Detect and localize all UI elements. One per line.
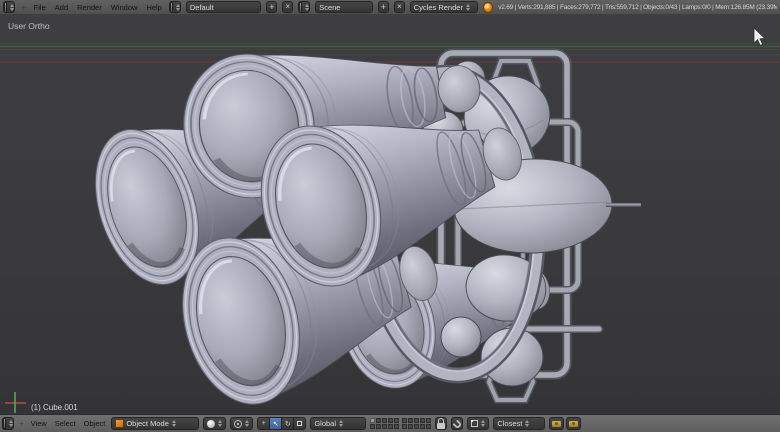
active-object-label: (1) Cube.001 <box>31 403 78 412</box>
scene-field[interactable]: Scene <box>315 1 373 13</box>
viewport-3d-render: User Ortho (1) Cube.001 <box>0 14 780 415</box>
lock-to-scene-button[interactable] <box>435 417 447 430</box>
layer-toggle[interactable] <box>408 424 413 429</box>
chevron-updown-icon <box>10 4 14 11</box>
menu-file[interactable]: File <box>32 3 48 12</box>
delete-layout-button[interactable]: × <box>282 1 293 13</box>
snap-target-dropdown[interactable]: Closest <box>493 417 545 430</box>
layer-toggle[interactable] <box>414 424 419 429</box>
layer-toggle[interactable] <box>376 418 381 423</box>
lock-icon <box>437 423 445 429</box>
close-icon: × <box>285 3 290 11</box>
manipulator-toggle-group: + ↖ ↻ <box>257 417 306 430</box>
menu-render[interactable]: Render <box>75 3 104 12</box>
magnet-icon <box>452 420 462 430</box>
scene-icon <box>299 2 302 13</box>
editor-type-button[interactable] <box>2 417 14 430</box>
add-layout-button[interactable]: + <box>266 1 277 13</box>
plus-icon: + <box>381 3 386 12</box>
pivot-point-dropdown[interactable] <box>230 417 253 430</box>
menu-select[interactable]: Select <box>53 419 78 428</box>
chevron-updown-icon <box>245 420 249 427</box>
chevron-updown-icon <box>9 420 13 427</box>
blender-logo-icon <box>483 2 493 13</box>
layer-group-1 <box>370 418 399 429</box>
transform-orientation-dropdown[interactable]: Global <box>310 417 366 430</box>
chevron-updown-icon <box>172 420 176 427</box>
layer-toggle[interactable] <box>426 424 431 429</box>
layer-group-2 <box>402 418 431 429</box>
menu-expand-icon[interactable]: + <box>20 3 27 12</box>
mode-dropdown[interactable]: Object Mode <box>111 417 199 430</box>
screen-layout-field[interactable]: Default <box>186 1 262 13</box>
view3d-editor-icon <box>3 418 6 429</box>
scale-manipulator-button[interactable] <box>293 417 306 430</box>
screen-layout-value: Default <box>190 3 214 12</box>
menu-window[interactable]: Window <box>109 3 140 12</box>
render-engine-value: Cycles Render <box>414 3 463 12</box>
render-animation-icon <box>569 421 578 427</box>
menu-help[interactable]: Help <box>144 3 163 12</box>
snap-target-value: Closest <box>497 419 522 428</box>
scene-value: Scene <box>319 3 340 12</box>
object-mode-cube-icon <box>115 419 124 428</box>
layer-toggle[interactable] <box>376 424 381 429</box>
layer-toggle[interactable] <box>370 418 375 423</box>
screen-layout-browse-button[interactable] <box>169 1 181 13</box>
chevron-updown-icon <box>481 420 485 427</box>
render-still-button[interactable] <box>549 417 564 430</box>
info-header: + File Add Render Window Help Default + … <box>0 0 780 15</box>
editor-type-button[interactable] <box>3 1 15 13</box>
layer-toggle[interactable] <box>420 418 425 423</box>
layer-toggle[interactable] <box>382 424 387 429</box>
orientation-value: Global <box>314 419 336 428</box>
snap-toggle-button[interactable] <box>451 417 463 430</box>
layer-toggle[interactable] <box>382 418 387 423</box>
menu-view[interactable]: View <box>29 419 49 428</box>
layer-toggle[interactable] <box>402 424 407 429</box>
render-camera-icon <box>552 421 561 427</box>
layer-toggle[interactable] <box>402 418 407 423</box>
chevron-updown-icon <box>466 4 470 11</box>
layer-toggle[interactable] <box>388 418 393 423</box>
chevron-updown-icon <box>176 4 180 11</box>
mode-value: Object Mode <box>126 419 169 428</box>
close-icon: × <box>397 3 402 11</box>
layer-toggle[interactable] <box>394 424 399 429</box>
scene-browse-button[interactable] <box>298 1 310 13</box>
scale-icon <box>297 421 302 426</box>
chevron-updown-icon <box>339 420 343 427</box>
blender-window: { "top_header": { "menus": ["File", "Add… <box>0 0 780 432</box>
layer-toggle[interactable] <box>388 424 393 429</box>
layer-toggle[interactable] <box>370 424 375 429</box>
delete-scene-button[interactable]: × <box>394 1 405 13</box>
add-scene-button[interactable]: + <box>378 1 389 13</box>
render-animation-button[interactable] <box>566 417 581 430</box>
view3d-header: + View Select Object Object Mode + ↖ ↻ G… <box>0 414 780 432</box>
viewport-3d[interactable]: User Ortho (1) Cube.001 <box>0 14 780 415</box>
layer-toggle[interactable] <box>420 424 425 429</box>
snap-element-icon <box>471 420 478 427</box>
scene-statistics: v2.69 | Verts:291,885 | Faces:279,772 | … <box>498 4 777 11</box>
chevron-updown-icon <box>525 420 529 427</box>
layer-toggle[interactable] <box>414 418 419 423</box>
viewport-shading-dropdown[interactable] <box>203 417 226 430</box>
view-label: User Ortho <box>8 21 50 31</box>
plus-icon: + <box>269 3 274 12</box>
menu-add[interactable]: Add <box>53 3 70 12</box>
menu-expand-icon[interactable]: + <box>18 419 25 428</box>
info-editor-icon <box>4 2 7 13</box>
layer-toggle[interactable] <box>426 418 431 423</box>
pivot-point-icon <box>234 420 242 428</box>
render-engine-dropdown[interactable]: Cycles Render <box>410 1 478 13</box>
layer-toggle[interactable] <box>408 418 413 423</box>
screen-layout-icon <box>170 2 173 13</box>
snap-element-dropdown[interactable] <box>467 417 489 430</box>
shading-sphere-icon <box>207 420 215 428</box>
chevron-updown-icon <box>218 420 222 427</box>
layer-toggle[interactable] <box>394 418 399 423</box>
chevron-updown-icon <box>305 4 309 11</box>
layers-widget <box>370 418 431 429</box>
menu-object[interactable]: Object <box>82 419 108 428</box>
